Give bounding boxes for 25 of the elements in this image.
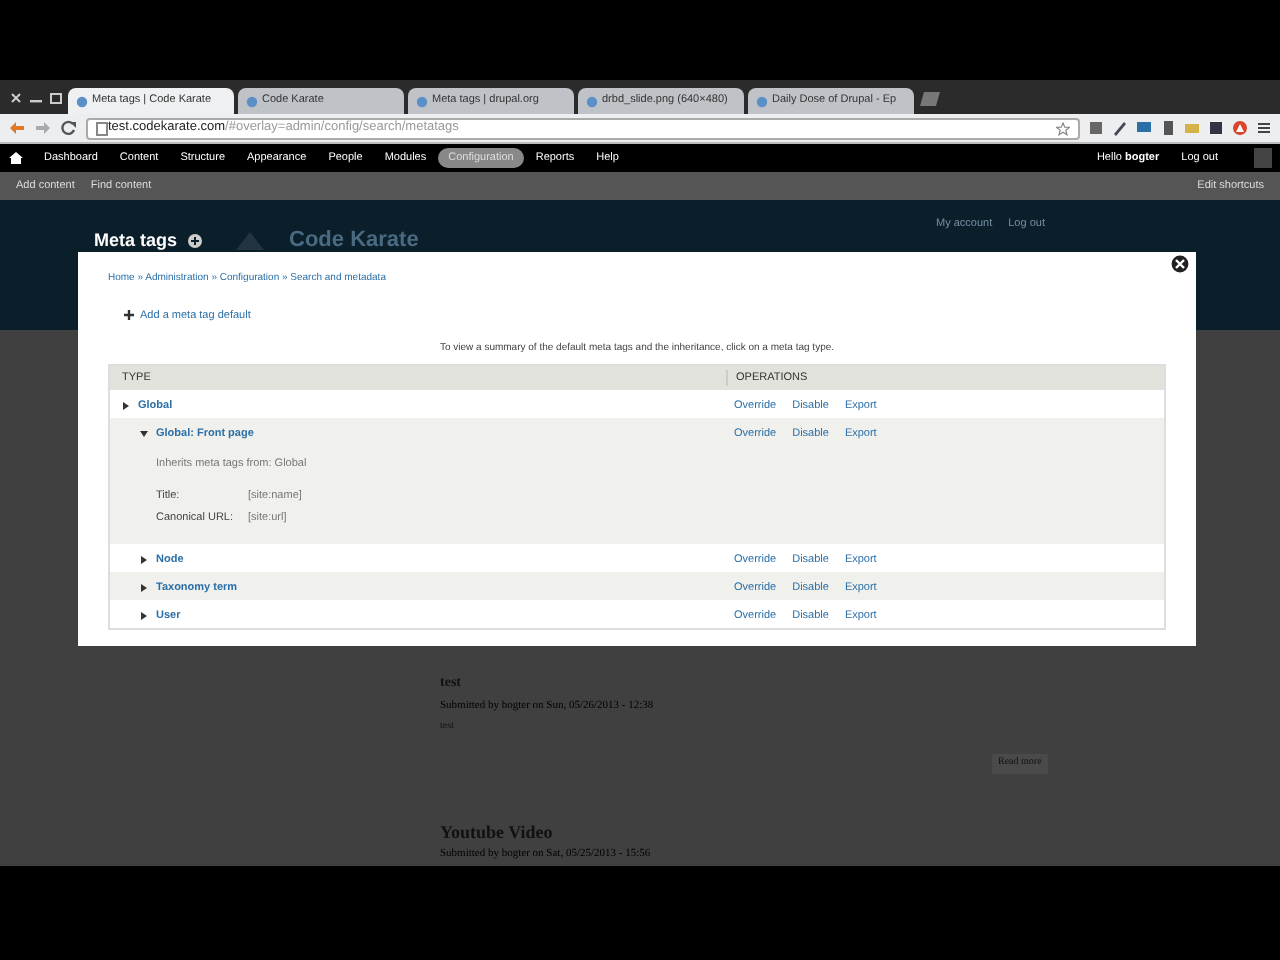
page-icon	[756, 95, 768, 107]
star-icon[interactable]	[1056, 121, 1070, 135]
new-tab-icon[interactable]	[918, 89, 942, 105]
plus-icon	[124, 310, 134, 321]
caret-right-icon[interactable]	[140, 556, 148, 565]
page-icon	[586, 95, 598, 107]
pen-icon[interactable]	[1112, 120, 1128, 136]
caret-down-icon[interactable]	[140, 430, 148, 439]
home-icon[interactable]	[8, 150, 24, 166]
page-icon	[416, 95, 428, 107]
back-icon[interactable]	[8, 120, 26, 136]
caret-right-icon[interactable]	[140, 584, 148, 593]
page-icon	[76, 95, 88, 107]
restore-icon[interactable]	[48, 89, 64, 105]
add-icon[interactable]	[187, 233, 202, 248]
reload-icon[interactable]	[60, 120, 78, 136]
toggle-button[interactable]	[1254, 148, 1272, 168]
page-title: Meta tags	[94, 227, 178, 254]
page-icon	[246, 95, 258, 107]
site-name: Code Karate	[289, 226, 419, 256]
close-icon[interactable]	[8, 89, 24, 105]
menu-icon[interactable]	[1256, 120, 1272, 136]
caret-right-icon[interactable]	[122, 402, 130, 411]
alert-icon[interactable]	[1232, 120, 1248, 136]
caret-right-icon[interactable]	[140, 612, 148, 621]
